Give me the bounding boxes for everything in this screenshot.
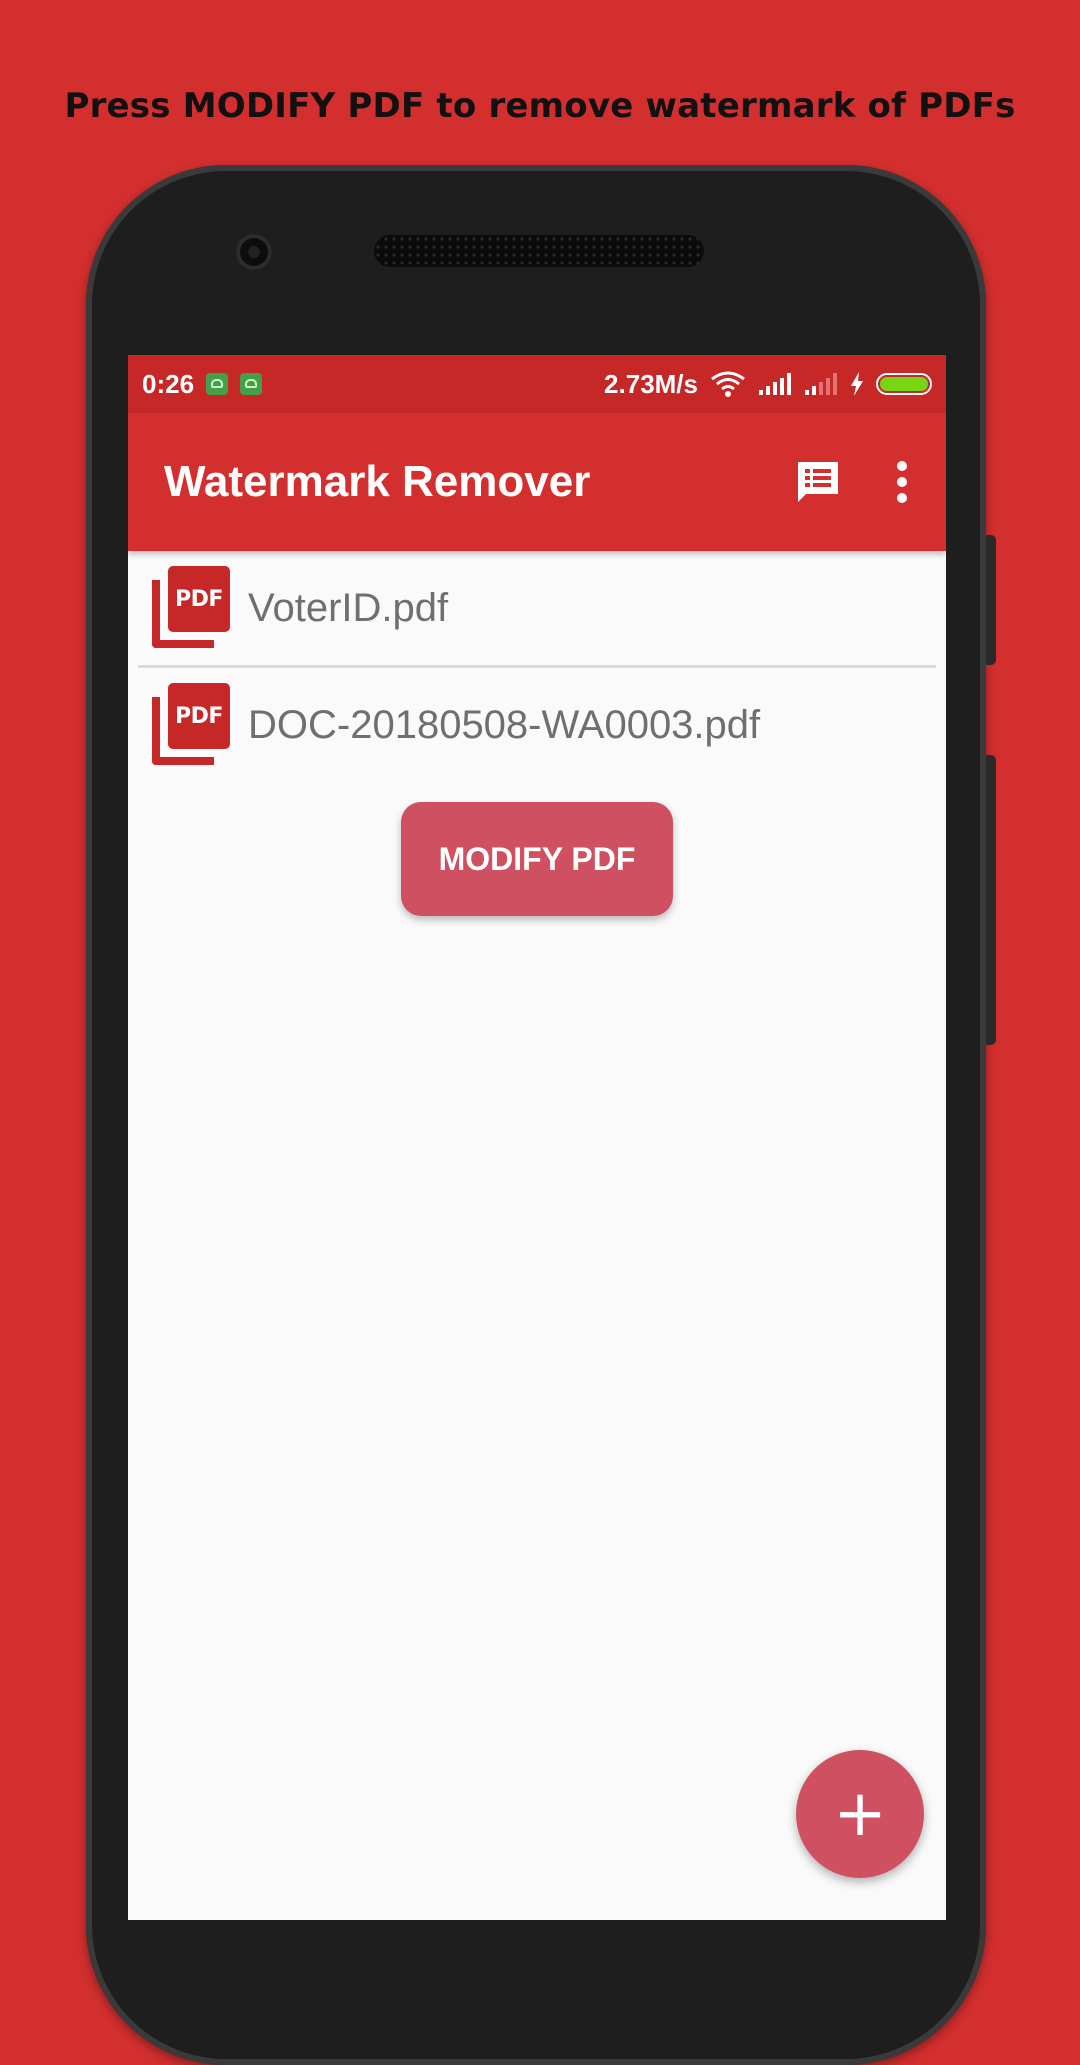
pdf-icon-label: PDF [168,566,230,632]
app-bar: Watermark Remover [128,413,946,551]
more-vert-icon [897,461,907,503]
wifi-icon [711,371,745,397]
pdf-icon: PDF [152,566,230,650]
more-options-button[interactable] [894,460,910,504]
modify-pdf-button[interactable]: MODIFY PDF [401,802,673,916]
phone-side-button [986,535,996,665]
earpiece-speaker [374,235,704,267]
charging-icon [851,372,863,396]
battery-level [880,377,928,391]
file-list-item[interactable]: PDF VoterID.pdf [138,551,936,665]
promo-headline: Press MODIFY PDF to remove watermark of … [64,86,1016,126]
feedback-button[interactable] [794,458,842,506]
signal-icon [805,373,837,395]
status-bar: 0:26 2.73M/s [128,355,946,413]
app-title: Watermark Remover [164,457,591,506]
signal-icon [759,373,791,395]
app-notification-icon [240,373,263,395]
file-list-item[interactable]: PDF DOC-20180508-WA0003.pdf [138,665,936,782]
file-name: VoterID.pdf [248,585,449,630]
file-name: DOC-20180508-WA0003.pdf [248,702,761,747]
front-camera [236,234,272,270]
plus-icon: + [833,1777,887,1851]
phone-screen: 0:26 2.73M/s Watermark Remover PDF Voter… [128,355,946,1920]
pdf-icon: PDF [152,683,230,767]
network-speed: 2.73M/s [604,368,698,399]
file-list: PDF VoterID.pdf PDF DOC-20180508-WA0003.… [128,551,946,782]
status-time: 0:26 [142,368,195,399]
phone-side-button [986,755,996,1045]
battery-icon [876,373,932,395]
feedback-icon [798,462,838,502]
pdf-icon-label: PDF [168,683,230,749]
add-file-button[interactable]: + [796,1750,924,1878]
app-notification-icon [206,373,229,395]
